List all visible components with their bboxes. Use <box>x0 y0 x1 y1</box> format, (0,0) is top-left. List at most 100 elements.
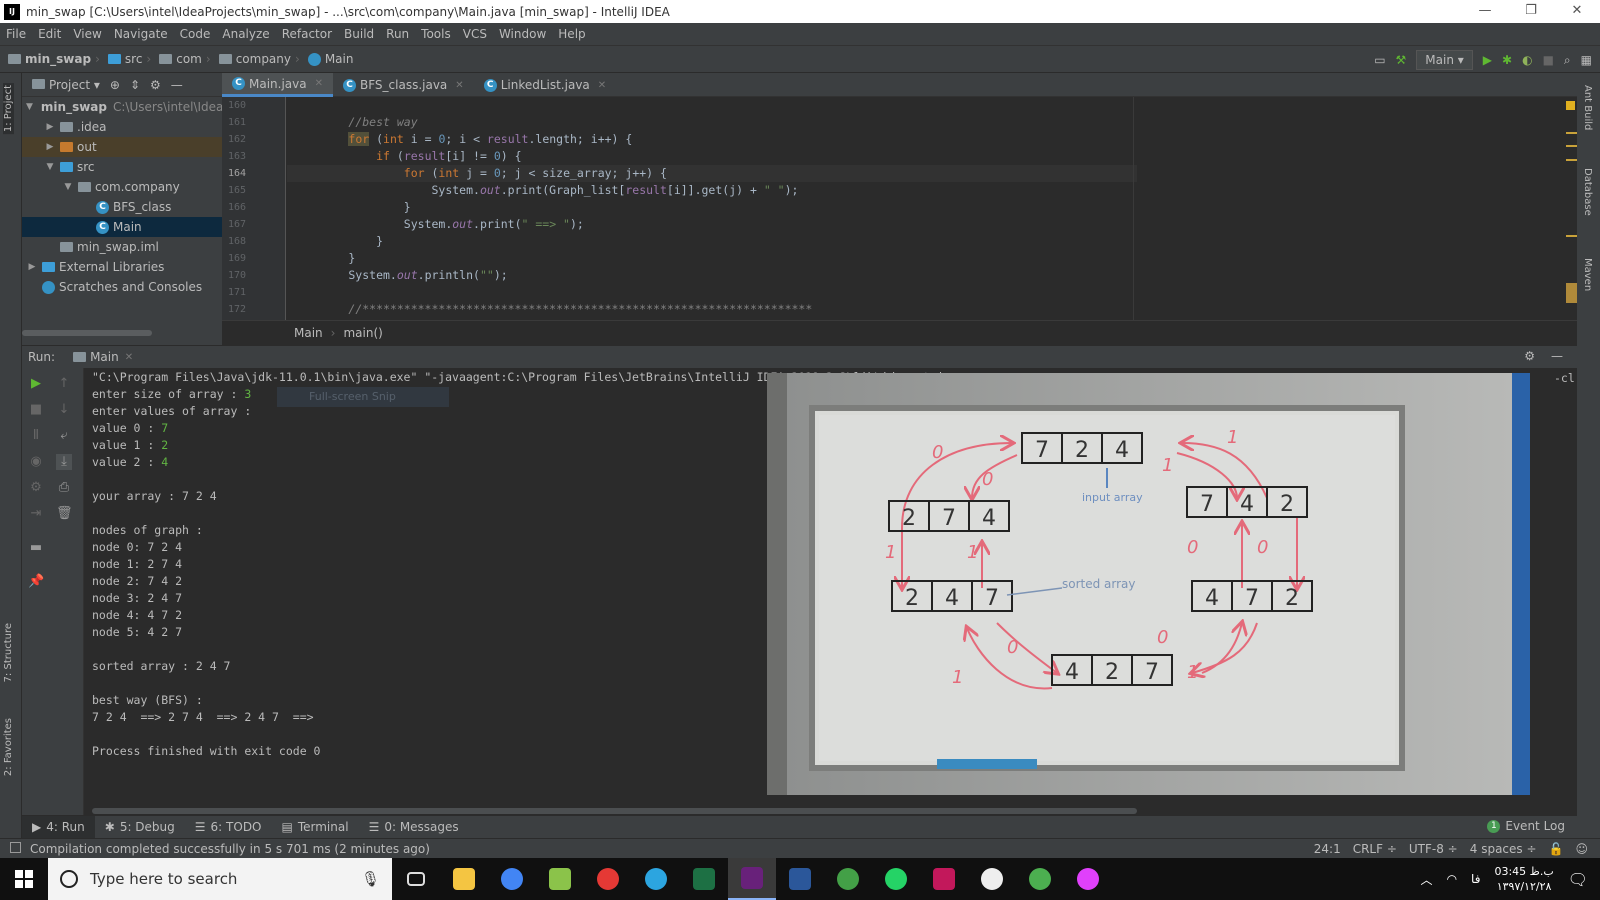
taskbar-search-input[interactable]: Type here to search 🎙 <box>48 858 392 900</box>
hide-panel-icon[interactable]: — <box>1551 349 1563 363</box>
breadcrumb-method[interactable]: main() <box>343 326 382 340</box>
clock[interactable]: 03:45 ب.ظ ۱۳۹۷/۱۲/۲۸ <box>1494 864 1553 894</box>
menu-view[interactable]: View <box>67 27 107 41</box>
language-indicator[interactable]: فا <box>1471 872 1480 886</box>
event-log-button[interactable]: 1 Event Log <box>1487 819 1565 833</box>
tree-item[interactable]: ▶ External Libraries <box>22 257 222 277</box>
tree-item[interactable]: Scratches and Consoles <box>22 277 222 297</box>
stop-icon[interactable]: ■ <box>28 402 44 418</box>
minimize-button[interactable]: — <box>1462 0 1508 23</box>
caret-position[interactable]: 24:1 <box>1314 842 1341 856</box>
hide-panel-icon[interactable]: — <box>171 78 183 92</box>
taskbar-app-maps[interactable] <box>1064 858 1112 900</box>
nav-crumb[interactable]: min_swap › <box>8 52 104 66</box>
tree-item[interactable]: C Main <box>22 217 222 237</box>
debug-icon[interactable]: ✱ <box>1502 53 1512 67</box>
menu-file[interactable]: File <box>0 27 32 41</box>
settings-icon[interactable]: ⚙ <box>28 480 44 496</box>
build-hammer-icon[interactable]: ⚒ <box>1396 53 1407 67</box>
layout-icon[interactable]: ▭ <box>1374 53 1385 67</box>
taskbar-app-chrome[interactable] <box>488 858 536 900</box>
project-view-select[interactable]: Project ▾ <box>32 78 100 92</box>
menu-vcs[interactable]: VCS <box>457 27 493 41</box>
encoding-select[interactable]: UTF-8 ÷ <box>1409 842 1458 856</box>
menu-build[interactable]: Build <box>338 27 380 41</box>
tree-item[interactable]: ▶ out <box>22 137 222 157</box>
scroll-to-end-icon[interactable]: ⤓ <box>56 454 72 470</box>
gear-icon[interactable]: ⚙ <box>1524 349 1535 363</box>
ant-build-tool-tab[interactable]: Ant Build <box>1582 85 1593 130</box>
menu-help[interactable]: Help <box>552 27 591 41</box>
taskbar-app-telegram[interactable] <box>632 858 680 900</box>
project-tool-tab[interactable]: 1: Project <box>3 83 14 135</box>
run-configuration-select[interactable]: Main ▾ <box>1416 50 1473 70</box>
breadcrumb-class[interactable]: Main <box>294 326 323 340</box>
chevron-right-icon[interactable]: ▶ <box>44 122 56 132</box>
tree-item[interactable]: ▼min_swapC:\Users\intel\IdeaProjects\min… <box>22 97 222 117</box>
layout-icon[interactable]: ▬ <box>28 540 44 556</box>
code-editor[interactable]: //best way for (int i = 0; i < result.le… <box>287 97 1137 320</box>
tree-item[interactable]: min_swap.iml <box>22 237 222 257</box>
taskbar-app-word[interactable] <box>776 858 824 900</box>
favorites-tool-tab[interactable]: 2: Favorites <box>3 718 14 776</box>
close-tab-icon[interactable]: ✕ <box>125 352 133 363</box>
run-icon[interactable]: ▶ <box>1483 53 1492 67</box>
search-icon[interactable]: ⌕ <box>1564 53 1571 68</box>
gear-icon[interactable]: ⚙ <box>150 78 161 92</box>
coverage-icon[interactable]: ◐ <box>1522 53 1532 67</box>
tree-item[interactable]: ▶ .idea <box>22 117 222 137</box>
bottom-tab[interactable]: ☰ 6: TODO <box>185 816 272 839</box>
project-scrollbar[interactable] <box>22 330 152 336</box>
wifi-icon[interactable]: ◠ <box>1447 872 1457 886</box>
close-tab-icon[interactable]: ✕ <box>598 80 606 91</box>
soft-wrap-icon[interactable]: ⤶ <box>56 428 72 444</box>
menu-tools[interactable]: Tools <box>415 27 457 41</box>
start-button[interactable] <box>0 858 48 900</box>
console-horizontal-scrollbar[interactable] <box>92 808 1137 814</box>
editor-tab[interactable]: C LinkedList.java ✕ <box>474 73 616 97</box>
bottom-tab[interactable]: ✱ 5: Debug <box>95 816 185 839</box>
scroll-down-icon[interactable]: ↓ <box>56 402 72 418</box>
chevron-right-icon[interactable]: ▶ <box>26 262 38 272</box>
maven-tool-tab[interactable]: Maven <box>1582 258 1593 291</box>
chevron-down-icon[interactable]: ▼ <box>44 162 56 172</box>
nav-crumb[interactable]: company › <box>218 52 304 66</box>
nav-crumb[interactable]: src › <box>107 52 155 66</box>
indent-select[interactable]: 4 spaces ÷ <box>1470 842 1537 856</box>
editor-tab[interactable]: C Main.java ✕ <box>222 73 333 97</box>
bottom-tab[interactable]: ▶ 4: Run <box>22 815 95 839</box>
chevron-down-icon[interactable]: ▼ <box>26 102 33 112</box>
taskbar-app-app-circle[interactable] <box>968 858 1016 900</box>
close-button[interactable]: ✕ <box>1554 0 1600 23</box>
tree-item[interactable]: ▼ com.company <box>22 177 222 197</box>
structure-tool-tab[interactable]: 7: Structure <box>3 623 14 682</box>
database-tool-tab[interactable]: Database <box>1582 168 1593 216</box>
tree-item[interactable]: ▼ src <box>22 157 222 177</box>
menu-edit[interactable]: Edit <box>32 27 67 41</box>
print-icon[interactable]: ⎙ <box>56 480 72 496</box>
taskbar-app-intellij[interactable] <box>920 858 968 900</box>
menu-run[interactable]: Run <box>380 27 415 41</box>
menu-window[interactable]: Window <box>493 27 552 41</box>
rerun-icon[interactable]: ▶ <box>28 376 44 392</box>
menu-analyze[interactable]: Analyze <box>216 27 275 41</box>
scroll-up-icon[interactable]: ↑ <box>56 376 72 392</box>
menu-refactor[interactable]: Refactor <box>276 27 338 41</box>
chevron-right-icon[interactable]: ▶ <box>44 142 56 152</box>
taskbar-app-app-green[interactable] <box>824 858 872 900</box>
stop-icon[interactable]: ■ <box>1543 53 1554 67</box>
line-separator-select[interactable]: CRLF ÷ <box>1353 842 1397 856</box>
taskbar-app-file-explorer[interactable] <box>440 858 488 900</box>
toggle-tool-windows-icon[interactable] <box>10 842 21 853</box>
action-center-icon[interactable]: 🗨 <box>1568 870 1588 889</box>
editor-tab[interactable]: C BFS_class.java ✕ <box>333 73 474 97</box>
menu-navigate[interactable]: Navigate <box>108 27 174 41</box>
microphone-icon[interactable]: 🎙 <box>361 870 380 888</box>
lock-icon[interactable]: 🔓 <box>1549 842 1564 856</box>
taskbar-app-app-red[interactable] <box>584 858 632 900</box>
taskbar-app-globe-app[interactable] <box>1016 858 1064 900</box>
close-tab-icon[interactable]: ✕ <box>315 78 323 89</box>
taskbar-app-excel[interactable] <box>680 858 728 900</box>
chevron-down-icon[interactable]: ▼ <box>62 182 74 192</box>
bottom-tab[interactable]: ▤ Terminal <box>272 816 359 839</box>
